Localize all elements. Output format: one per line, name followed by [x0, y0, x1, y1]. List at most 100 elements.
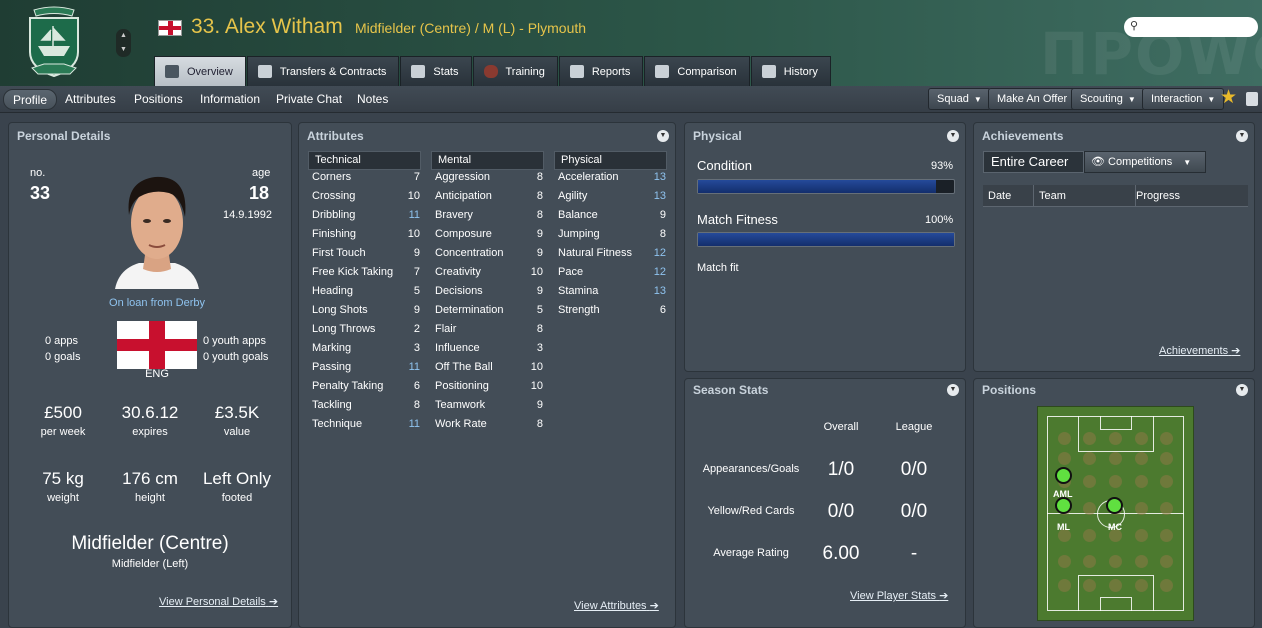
personal-details-panel: Personal Details no. 33 age 18 14.9.1992…	[8, 122, 292, 628]
attribute-name: Dribbling	[312, 209, 356, 221]
attribute-row: Jumping 8	[558, 225, 666, 244]
attribute-name: Crossing	[312, 190, 356, 202]
contract-icon	[257, 65, 272, 78]
player-navigation-stepper[interactable]: ▲ ▼	[116, 29, 131, 57]
empty-position-dot	[1135, 502, 1148, 515]
wage-value: £500	[44, 403, 82, 422]
make-offer-button[interactable]: Make An Offer	[988, 88, 1077, 110]
attribute-name: Long Shots	[312, 304, 368, 316]
subtab-notes[interactable]: Notes	[357, 89, 388, 110]
player-value: £3.5K	[214, 403, 260, 422]
subtab-attributes[interactable]: Attributes	[65, 89, 116, 110]
attribute-name: Influence	[435, 342, 480, 354]
panel-menu-icon[interactable]: ▼	[947, 384, 959, 396]
competitions-filter-dropdown[interactable]: 👁 Competitions ▼	[1084, 151, 1206, 173]
attribute-value: 8	[536, 190, 543, 202]
attribute-name: Passing	[312, 361, 352, 373]
weight-value: 75 kg	[42, 469, 84, 488]
notes-icon[interactable]	[1246, 92, 1258, 106]
empty-position-dot	[1135, 555, 1148, 568]
attribute-name: Aggression	[435, 171, 491, 183]
attribute-value: 9	[413, 304, 420, 316]
squad-dropdown[interactable]: Squad ▼	[928, 88, 991, 110]
subtab-positions[interactable]: Positions	[134, 89, 183, 110]
attribute-row: Stamina 13	[558, 282, 666, 301]
player-value-label: value	[223, 426, 251, 438]
attribute-row: Balance 9	[558, 206, 666, 225]
attribute-row: First Touch 9	[312, 244, 420, 263]
attribute-name: Bravery	[435, 209, 473, 221]
position-ml-marker[interactable]	[1055, 497, 1072, 514]
empty-position-dot	[1083, 502, 1096, 515]
tab-stats[interactable]: Stats	[400, 56, 472, 86]
tab-comparison[interactable]: Comparison	[644, 56, 750, 86]
attribute-value: 8	[536, 418, 543, 430]
attribute-value: 6	[659, 304, 666, 316]
loan-status-link[interactable]: On loan from Derby	[109, 297, 205, 309]
tab-reports[interactable]: Reports	[558, 56, 644, 86]
attribute-name: Determination	[435, 304, 504, 316]
attribute-value: 9	[659, 209, 666, 221]
contract-expires-label: expires	[132, 426, 168, 438]
progress-column-header[interactable]: Progress	[1131, 185, 1248, 207]
attribute-name: Technique	[312, 418, 363, 430]
panel-menu-icon[interactable]: ▼	[947, 130, 959, 142]
achievements-link[interactable]: Achievements ➔	[1159, 344, 1240, 357]
appearances-goals-league: 0/0	[900, 459, 928, 480]
subtab-information[interactable]: Information	[200, 89, 260, 110]
date-column-header[interactable]: Date	[983, 185, 1034, 207]
attribute-name: First Touch	[312, 247, 366, 259]
empty-position-dot	[1083, 555, 1096, 568]
empty-position-dot	[1160, 452, 1173, 465]
tab-transfers-contracts[interactable]: Transfers & Contracts	[246, 56, 400, 86]
position-mc-marker[interactable]	[1106, 497, 1123, 514]
cards-overall: 0/0	[827, 501, 855, 522]
condition-bar	[697, 179, 955, 194]
goals-count: 0 goals	[45, 351, 81, 363]
position-aml-marker[interactable]	[1055, 467, 1072, 484]
career-scope-toggle[interactable]: Entire Career	[983, 151, 1084, 173]
empty-position-dot	[1109, 579, 1122, 592]
view-attributes-link[interactable]: View Attributes ➔	[574, 599, 659, 612]
attribute-name: Finishing	[312, 228, 357, 240]
tab-training[interactable]: Training	[472, 56, 558, 86]
reports-icon	[569, 65, 584, 78]
view-personal-details-link[interactable]: View Personal Details ➔	[159, 595, 278, 608]
panel-title: Achievements	[982, 129, 1064, 143]
club-crest-icon	[29, 6, 79, 78]
attribute-name: Heading	[312, 285, 353, 297]
tab-history[interactable]: History	[750, 56, 831, 86]
attribute-value: 8	[659, 228, 666, 240]
age-label: age	[252, 167, 271, 179]
panel-menu-icon[interactable]: ▼	[1236, 130, 1248, 142]
team-column-header[interactable]: Team	[1034, 185, 1136, 207]
training-icon	[483, 65, 498, 78]
attribute-row: Pace 12	[558, 263, 666, 282]
chevron-down-icon: ▼	[1183, 158, 1192, 167]
subtab-profile[interactable]: Profile	[3, 89, 58, 110]
empty-position-dot	[1160, 475, 1173, 488]
interaction-dropdown[interactable]: Interaction ▼	[1142, 88, 1225, 110]
attribute-row: Technique 11	[312, 415, 420, 434]
scouting-dropdown[interactable]: Scouting ▼	[1071, 88, 1145, 110]
age-value: 18	[249, 183, 270, 203]
attribute-row: Heading 5	[312, 282, 420, 301]
attribute-row: Agility 13	[558, 187, 666, 206]
panel-menu-icon[interactable]: ▼	[657, 130, 669, 142]
tab-overview[interactable]: Overview	[154, 56, 246, 86]
search-input[interactable]: ⚲	[1124, 17, 1258, 37]
shortlist-star-icon[interactable]: ★	[1220, 86, 1237, 110]
attribute-row: Creativity 10	[435, 263, 543, 282]
attribute-name: Anticipation	[435, 190, 492, 202]
history-icon	[761, 65, 776, 78]
player-position-club[interactable]: Midfielder (Centre) / M (L) - Plymouth	[355, 20, 586, 36]
attribute-value: 2	[413, 323, 420, 335]
comparison-icon	[655, 65, 670, 78]
empty-position-dot	[1160, 579, 1173, 592]
season-stats-panel: Season Stats ▼ Overall League Appearance…	[684, 378, 966, 628]
secondary-position: Midfielder (Left)	[111, 558, 189, 570]
average-rating-league: -	[910, 543, 918, 564]
panel-menu-icon[interactable]: ▼	[1236, 384, 1248, 396]
subtab-private-chat[interactable]: Private Chat	[276, 89, 342, 110]
view-player-stats-link[interactable]: View Player Stats ➔	[850, 589, 948, 602]
